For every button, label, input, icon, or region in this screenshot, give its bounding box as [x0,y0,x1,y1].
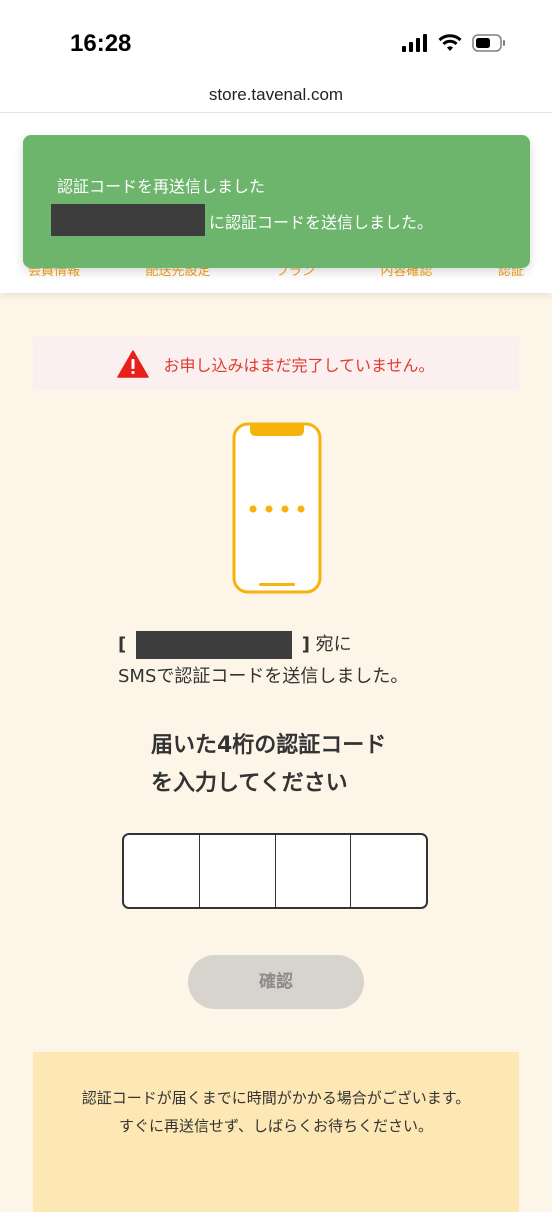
sms-sent-text: SMSで認証コードを送信しました。 [118,666,409,687]
toast-sent-message: に認証コードを送信しました。 [209,213,434,232]
code-digit-4[interactable] [351,835,426,907]
code-instruction: 届いた4桁の認証コード を入力してください [151,727,386,803]
code-digit-3[interactable] [276,835,352,907]
status-time: 16:28 [70,30,132,57]
battery-icon [472,34,505,52]
verification-code-input[interactable] [122,833,428,909]
recipient-suffix: 宛に [315,634,352,655]
code-digit-1[interactable] [124,835,200,907]
warning-icon [117,349,150,378]
toast-resent-message: 認証コードを再送信しました [57,177,266,196]
bracket-close: ] [301,634,310,655]
url-bar[interactable]: store.tavenal.com [0,80,552,113]
incomplete-warning: お申し込みはまだ完了していません。 [33,337,519,390]
signal-icon [402,34,427,52]
instruction-line-2: を入力してください [151,771,348,796]
status-bar: 16:28 [0,0,552,80]
notice-line-2: すぐに再送信せず、しばらくお待ちください。 [119,1117,433,1135]
bracket-open: [ [118,634,127,655]
success-toast[interactable]: 認証コードを再送信しました に認証コードを送信しました。 [23,135,530,268]
status-icons [402,34,506,52]
redacted-recipient [135,631,292,659]
recipient-line: [ ] 宛に [118,630,352,659]
warning-text: お申し込みはまだ完了していません。 [163,355,435,375]
smartphone-illustration [232,422,322,594]
delay-notice: 認証コードが届くまでに時間がかかる場合がございます。 すぐに再送信せず、しばらく… [33,1052,519,1212]
code-digit-2[interactable] [200,835,276,907]
url-text: store.tavenal.com [208,85,344,104]
confirm-button[interactable]: 確認 [188,955,364,1009]
redacted-phone-number [51,204,205,236]
instruction-line-1: 届いた4桁の認証コード [151,733,387,758]
notice-line-1: 認証コードが届くまでに時間がかかる場合がございます。 [81,1089,471,1107]
wifi-icon [438,34,462,51]
